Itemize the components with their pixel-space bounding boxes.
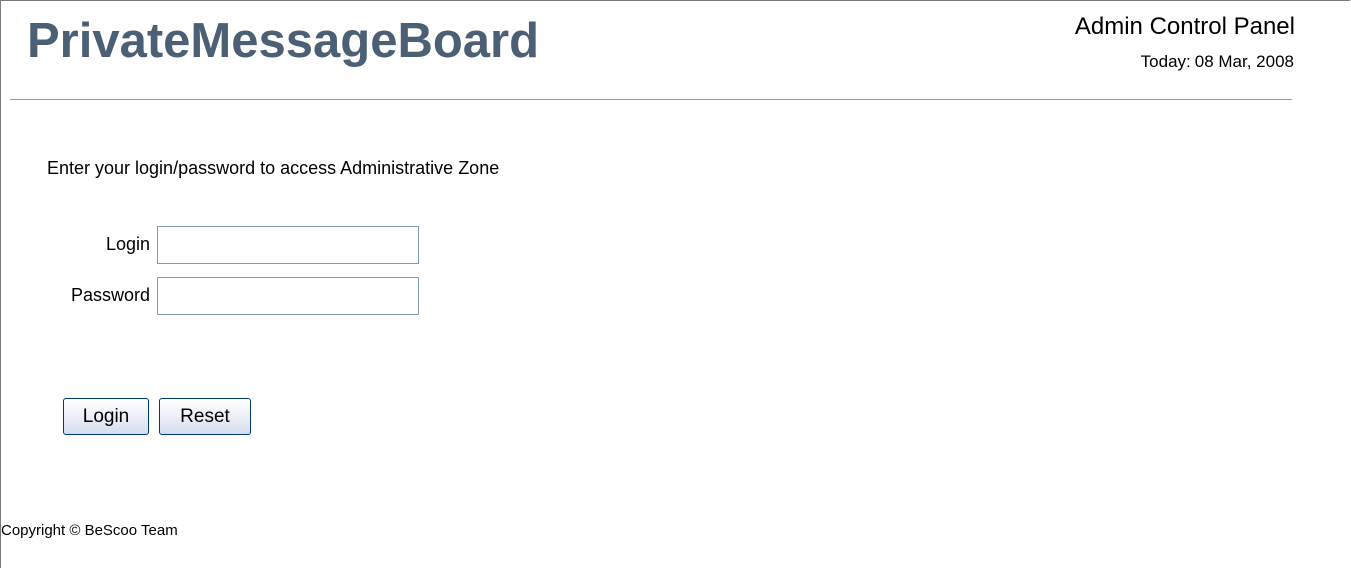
password-label: Password: [70, 285, 150, 305]
panel-title: Admin Control Panel: [1074, 13, 1295, 40]
login-input[interactable]: [157, 226, 419, 264]
login-button[interactable]: Login: [63, 398, 149, 435]
today-date-line: Today: 08 Mar, 2008: [1141, 52, 1294, 72]
reset-button[interactable]: Reset: [159, 398, 251, 435]
site-logo: PrivateMessageBoard: [27, 14, 540, 68]
copyright-text: Copyright © BeScoo Team: [1, 522, 178, 539]
password-input[interactable]: [157, 277, 419, 315]
login-label: Login: [105, 234, 150, 254]
login-instructions: Enter your login/password to access Admi…: [47, 158, 500, 178]
today-label: Today:: [1140, 52, 1191, 71]
today-date: 08 Mar, 2008: [1194, 52, 1294, 71]
header-divider: [10, 99, 1292, 100]
login-field-row: Login: [0, 226, 430, 265]
password-field-row: Password: [0, 277, 430, 316]
